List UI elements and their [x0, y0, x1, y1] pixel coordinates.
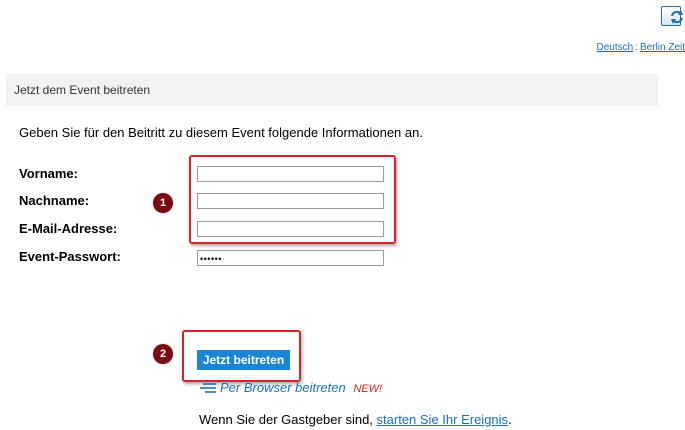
refresh-button[interactable] [661, 6, 683, 26]
locale-separator: : [635, 42, 638, 53]
event-password-label: Event-Passwort: [19, 249, 121, 264]
first-name-label: Vorname: [19, 166, 78, 181]
event-password-input[interactable] [197, 250, 384, 266]
join-now-button[interactable]: Jetzt beitreten [197, 350, 290, 370]
email-label: E-Mail-Adresse: [19, 221, 118, 236]
highlight-box-fields [189, 155, 396, 244]
host-start-line: Wenn Sie der Gastgeber sind, starten Sie… [199, 412, 512, 427]
browser-join-label: Per Browser beitreten [220, 380, 346, 395]
step-2-badge: 2 [153, 344, 173, 364]
host-suffix-text: . [508, 412, 512, 427]
refresh-icon [671, 10, 683, 24]
step-1-badge: 1 [153, 193, 173, 213]
last-name-label: Nachname: [19, 193, 90, 208]
browser-join-link[interactable]: Per Browser beitreten [199, 380, 349, 395]
host-prefix-text: Wenn Sie der Gastgeber sind, [199, 412, 377, 427]
join-event-page: Deutsch: Berlin Zeit Jetzt dem Event beit… [0, 0, 685, 430]
locale-selector: Deutsch: Berlin Zeit [597, 42, 685, 53]
language-link[interactable]: Deutsch [597, 42, 634, 53]
timezone-link[interactable]: Berlin Zeit [640, 42, 685, 53]
speed-lines-icon [200, 383, 216, 393]
section-header: Jetzt dem Event beitreten [6, 74, 658, 106]
start-event-link[interactable]: starten Sie Ihr Ereignis [377, 412, 509, 427]
new-badge: NEW! [353, 383, 383, 395]
page-title: Jetzt dem Event beitreten [14, 83, 151, 97]
browser-join-row: Per Browser beitreten NEW! [199, 380, 382, 395]
form-intro-text: Geben Sie für den Beitritt zu diesem Eve… [19, 125, 423, 140]
